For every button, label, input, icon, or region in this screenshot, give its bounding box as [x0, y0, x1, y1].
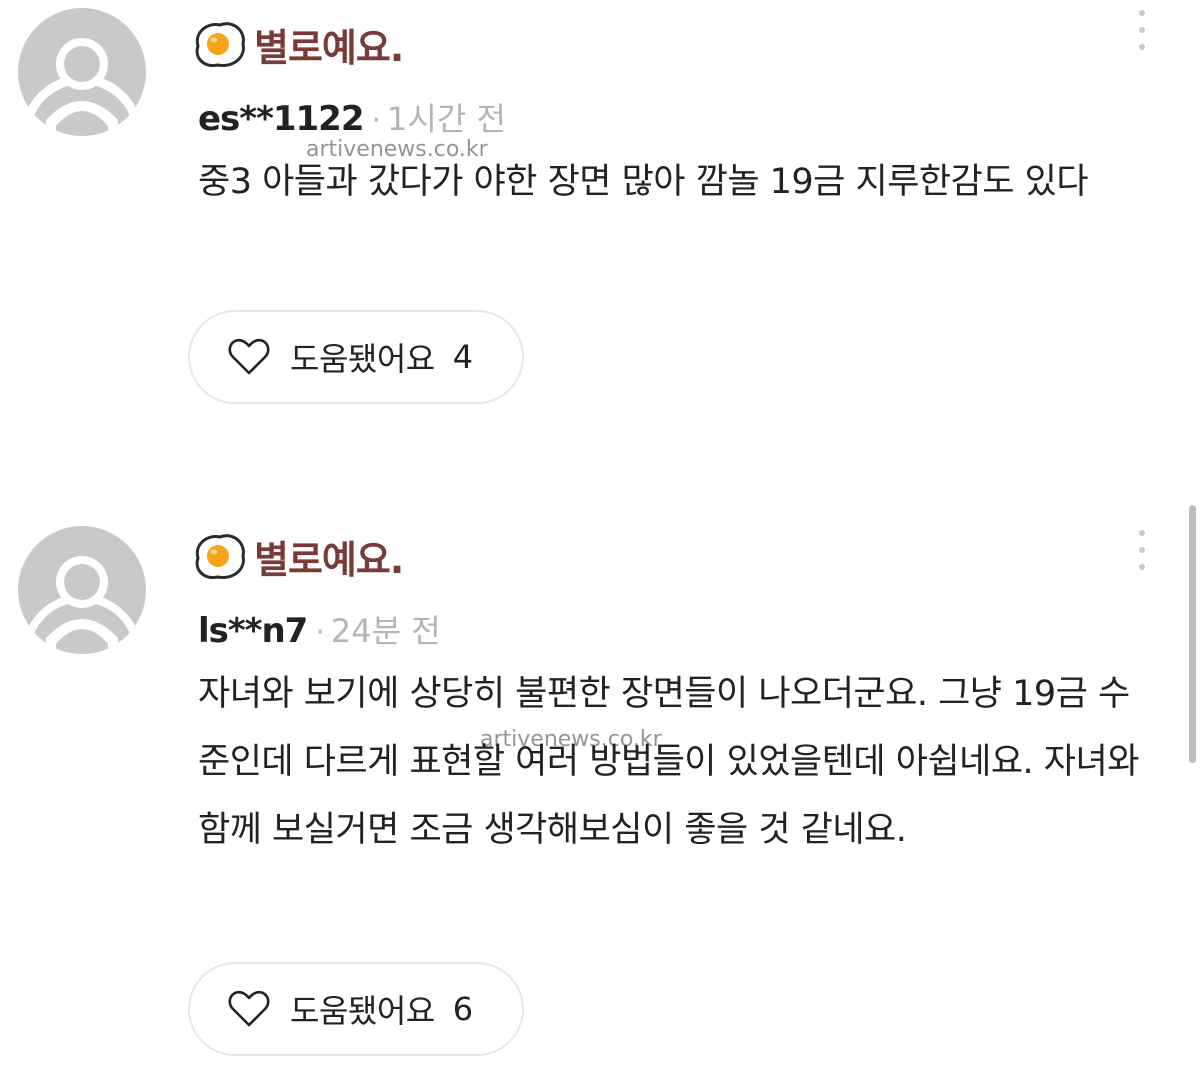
timestamp: 1시간 전	[387, 100, 506, 138]
fried-egg-icon	[195, 22, 245, 68]
rating: 별로예요.	[190, 530, 404, 582]
helpful-button[interactable]: 도움됐어요 4	[188, 310, 524, 404]
fried-egg-icon	[195, 534, 245, 580]
review-item: 별로예요. es**1122 · 1시간 전 artivenews.co.kr …	[0, 0, 1200, 470]
rating: 별로예요.	[190, 18, 404, 70]
username[interactable]: ls**n7	[198, 611, 308, 651]
rating-label: 별로예요.	[254, 537, 404, 582]
timestamp: 24분 전	[330, 612, 441, 650]
helpful-label: 도움됐어요	[290, 992, 435, 1030]
review-item: 별로예요. ls**n7 · 24분 전 artivenews.co.kr 자녀…	[0, 512, 1200, 1078]
avatar[interactable]	[18, 8, 146, 136]
helpful-count: 4	[452, 338, 474, 376]
username[interactable]: es**1122	[198, 99, 364, 139]
helpful-count: 6	[452, 990, 474, 1028]
default-avatar-icon	[21, 38, 143, 136]
review-text: 자녀와 보기에 상당히 불편한 장면들이 나오더군요. 그냥 19금 수준인데 …	[198, 674, 1139, 850]
meta-separator: ·	[315, 615, 325, 650]
helpful-button[interactable]: 도움됐어요 6	[188, 962, 524, 1056]
heart-icon	[228, 990, 270, 1027]
heart-icon	[228, 338, 270, 375]
review-meta: es**1122 · 1시간 전	[198, 94, 506, 139]
default-avatar-icon	[22, 556, 142, 654]
review-text: 중3 아들과 갔다가 야한 장면 많아 깜놀 19금 지루한감도 있다	[198, 162, 1089, 202]
review-meta: ls**n7 · 24분 전	[198, 606, 441, 651]
more-options-icon[interactable]	[1130, 530, 1154, 570]
meta-separator: ·	[371, 103, 382, 138]
helpful-label: 도움됐어요	[290, 340, 435, 378]
more-options-icon[interactable]	[1130, 10, 1154, 50]
avatar[interactable]	[18, 526, 146, 654]
scrollbar[interactable]	[1189, 505, 1196, 763]
rating-label: 별로예요.	[254, 25, 404, 70]
